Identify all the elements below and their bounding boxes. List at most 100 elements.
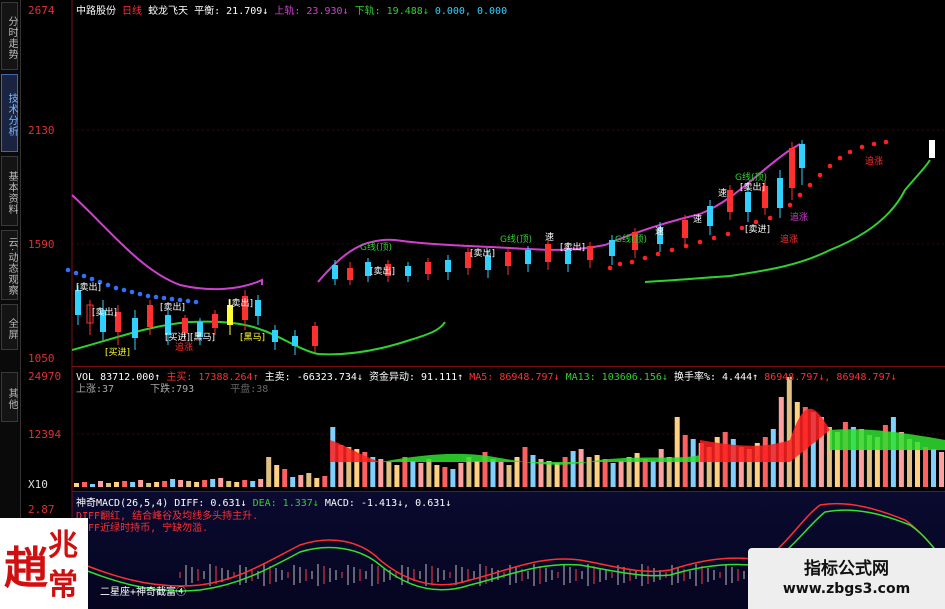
zhumai2-label: 主卖: [264, 372, 291, 383]
signal-tag: [黑马] [240, 333, 266, 343]
volume-bar [418, 463, 424, 487]
volume-bar [618, 461, 624, 487]
seal-char: 兆 [48, 528, 78, 563]
volume-bar [378, 459, 384, 487]
pingheng-value: 21.709↓ [226, 6, 269, 17]
shangzhang-count: 上涨:37 [76, 384, 115, 395]
volume-bar [282, 469, 288, 487]
volume-bar [210, 479, 216, 487]
ma13-value: MA13: 103606.156↓ [565, 372, 668, 383]
upper-band-line [71, 143, 801, 291]
extra-values: 0.000, 0.000 [434, 6, 508, 17]
signal-tag: 速 [718, 189, 728, 199]
stock-name: 中路股份 [76, 6, 116, 17]
signal-tag: [卖出] [370, 267, 396, 277]
volume-bar [586, 457, 592, 487]
volume-bar [138, 480, 144, 487]
volume-ma-red2 [700, 408, 830, 462]
volume-bar [890, 417, 896, 487]
volume-bar [170, 479, 176, 487]
volume-bar [146, 483, 152, 487]
volume-bar [490, 459, 496, 487]
volume-bar [194, 482, 200, 487]
pingheng-label: 平衡: [194, 6, 221, 17]
volume-bar [506, 465, 512, 487]
volume-bar [562, 457, 568, 487]
signal-tag: G线(顶) [615, 235, 647, 245]
signal-tag: G线(顶) [500, 235, 532, 245]
volume-bar [690, 439, 696, 487]
volume-bar [650, 461, 656, 487]
volume-bar [786, 377, 792, 487]
volume-bar [578, 449, 584, 487]
signal-tag: 追涨 [780, 235, 799, 245]
macd-note-2: DIFF近绿时持币, 宁缺勿滥. [76, 523, 209, 534]
xiagui-value: 19.488↓ [386, 6, 429, 17]
indicator-name[interactable]: 蛟龙飞天 [148, 6, 188, 17]
volume-bar [458, 463, 464, 487]
volume-bar [242, 480, 248, 487]
volume-bar [674, 417, 680, 487]
volume-bar [274, 465, 280, 487]
site-watermark: 指标公式网 www.zbgs3.com [748, 548, 945, 609]
watermark-title: 指标公式网 [804, 559, 889, 579]
huanshou-value: 4.444↑ [722, 372, 759, 383]
signal-tag: [卖出] [470, 249, 496, 259]
volume-bar [122, 481, 128, 487]
watermark-url[interactable]: www.zbgs3.com [748, 581, 945, 597]
seal-char: 趙 [4, 543, 48, 594]
volume-bar [218, 478, 224, 487]
volume-bar [474, 461, 480, 487]
volume-bar [74, 483, 79, 487]
volume-bar [298, 475, 304, 487]
volume-bar [434, 465, 440, 487]
ma5-value: MA5: 86948.797↓ [469, 372, 560, 383]
volume-bar [530, 455, 536, 487]
breadth-row: 上涨:37 下跌:793 平盘:38 [76, 380, 268, 395]
volume-bar [186, 481, 192, 487]
period-label[interactable]: 日线 [122, 6, 142, 17]
volume-bar [266, 457, 272, 487]
signal-tag: [卖出] [92, 308, 118, 318]
volume-bar [386, 462, 392, 487]
pingpan-count: 平盘:38 [230, 384, 269, 395]
signal-tag: G线(顶) [735, 173, 767, 183]
volume-bar [394, 465, 400, 487]
volume-bar [98, 481, 103, 487]
signal-tag: 速 [693, 215, 703, 225]
volume-bar [602, 459, 608, 487]
volume-bar [923, 447, 928, 487]
volume-bar [498, 462, 504, 487]
signal-tag: 追涨 [865, 157, 884, 167]
volume-bar [570, 451, 576, 487]
volume-bar [178, 480, 184, 487]
volume-bar [202, 480, 208, 487]
zhumai2-value: -66323.734↓ [296, 372, 363, 383]
shanggui-value: 23.930↓ [306, 6, 349, 17]
signal-tag: 速 [655, 227, 665, 237]
signal-tag: 速 [545, 233, 555, 243]
volume-bar [522, 447, 528, 487]
volume-bar [546, 461, 552, 487]
zijin-value: 91.111↑ [421, 372, 464, 383]
macd-value: MACD: -1.413↓, 0.631↓ [324, 498, 452, 509]
macd-bottom-label: 二星座+神奇截富④ [100, 587, 187, 598]
seal-stamp: 兆 常 趙 [0, 518, 88, 609]
signal-tag: 追涨 [790, 213, 809, 223]
volume-bar [931, 449, 936, 487]
volume-bar [234, 482, 240, 487]
volume-bar [154, 482, 160, 487]
volume-ma-green2 [830, 429, 945, 450]
volume-bar [314, 478, 320, 487]
volume-bar [226, 481, 232, 487]
signal-tag: [卖进] [745, 225, 771, 235]
signal-tag: [卖出] [560, 243, 586, 253]
huanshou-label: 换手率%: [673, 372, 716, 383]
seal-char: 常 [48, 568, 78, 603]
signal-tag: [买进] [105, 348, 131, 358]
signal-tag: [卖出] [76, 283, 102, 293]
volume-bar [106, 483, 111, 487]
shanggui-label: 上轨: [274, 6, 301, 17]
volume-bar [306, 473, 312, 487]
volume-bar [162, 481, 168, 487]
